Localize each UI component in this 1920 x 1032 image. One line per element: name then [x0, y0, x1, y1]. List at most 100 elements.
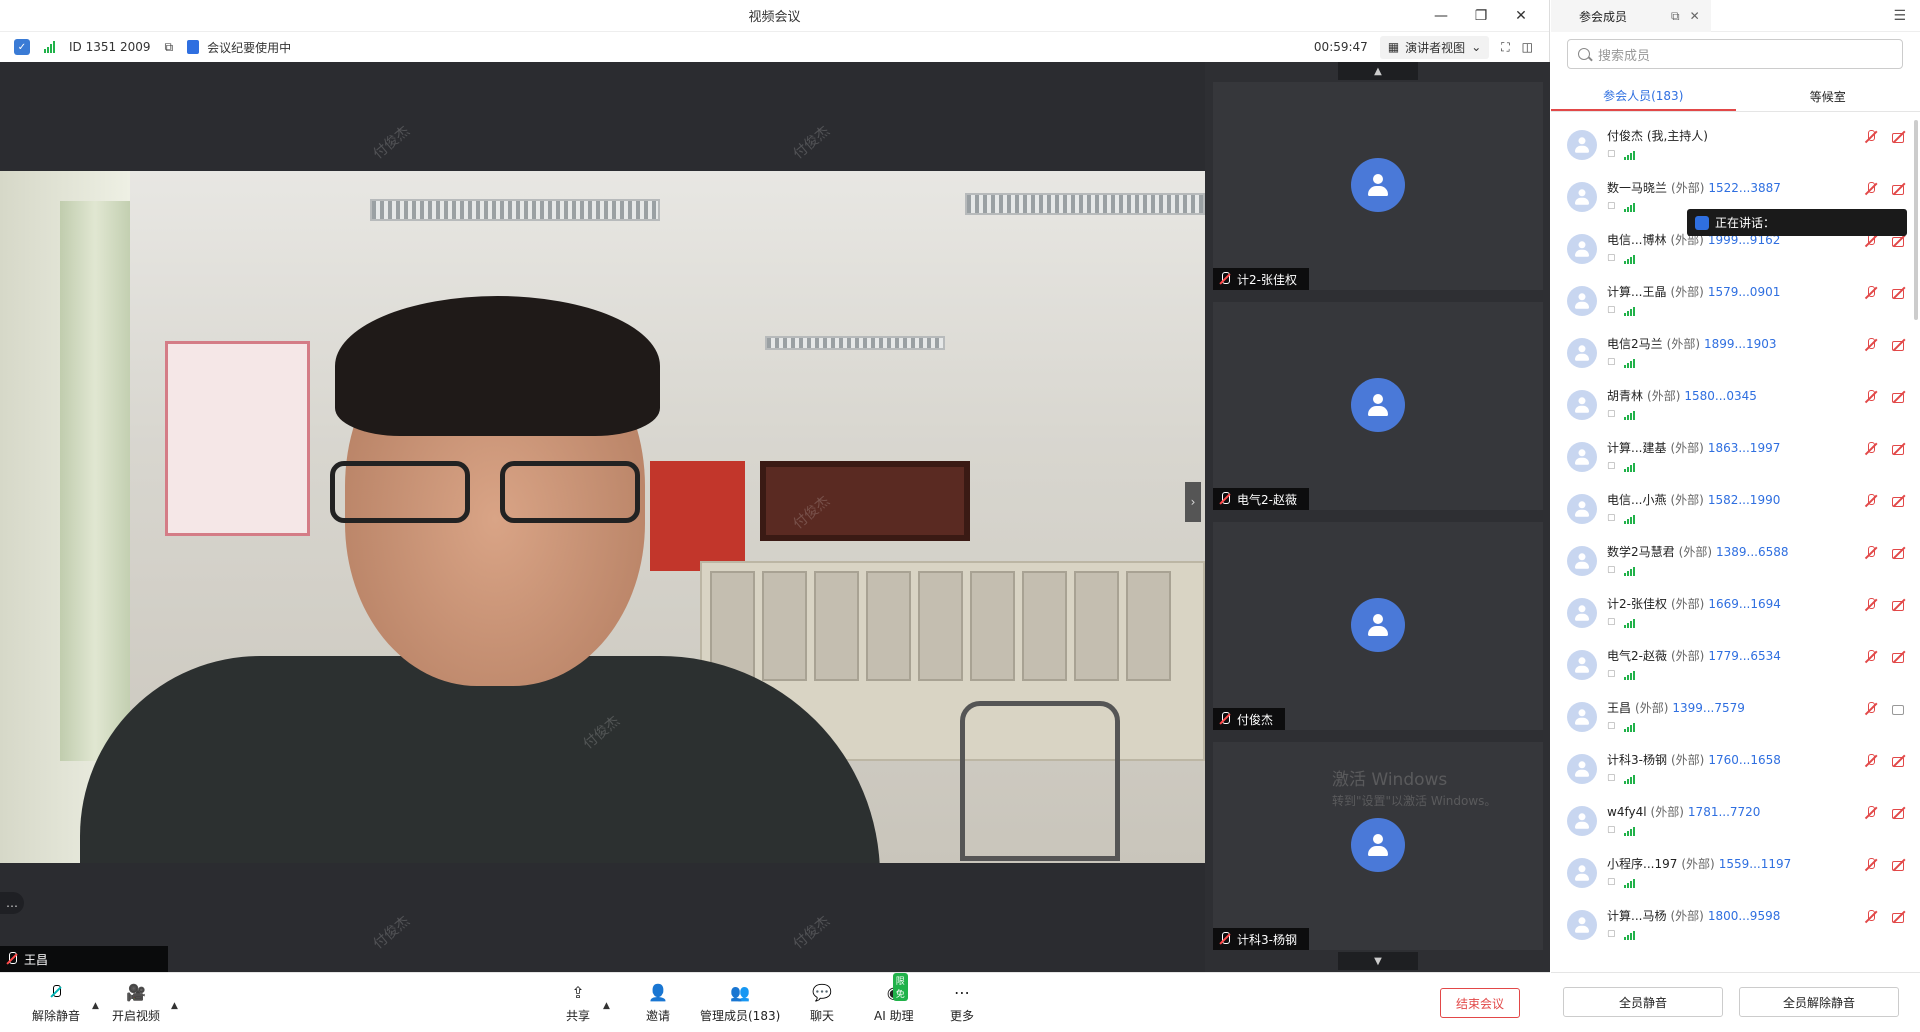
mic-muted-icon[interactable] — [1864, 806, 1878, 820]
camera-off-icon[interactable] — [1892, 650, 1906, 664]
tab-waiting-room[interactable]: 等候室 — [1736, 82, 1920, 111]
camera-off-icon[interactable] — [1892, 910, 1906, 924]
video-options-arrow[interactable]: ▲ — [171, 1001, 178, 1011]
camera-off-icon[interactable] — [1892, 130, 1906, 144]
member-name: 电信...小燕 — [1607, 493, 1667, 507]
camera-off-icon[interactable] — [1892, 390, 1906, 404]
layout-toggle-icon[interactable]: ◫ — [1522, 40, 1533, 54]
member-row[interactable]: 电信2马兰 (外部) 1899...1903 ▢ — [1551, 328, 1920, 380]
unmute-button[interactable]: 解除静音 — [32, 981, 80, 1024]
member-list-scrollbar[interactable] — [1914, 120, 1918, 320]
main-video[interactable]: 付俊杰 付俊杰 付俊杰 付俊杰 付俊杰 付俊杰 … 王昌 › — [0, 62, 1205, 972]
share-options-arrow[interactable]: ▲ — [603, 1001, 610, 1011]
camera-off-icon[interactable] — [1892, 234, 1906, 248]
participant-thumbnail[interactable]: 电气2-赵薇 — [1213, 302, 1543, 510]
member-tag: (外部) — [1635, 701, 1669, 715]
popout-icon[interactable]: ⧉ — [1671, 9, 1680, 24]
participant-thumbnail[interactable]: 计2-张佳权 — [1213, 82, 1543, 290]
member-row[interactable]: 计算...王晶 (外部) 1579...0901 ▢ — [1551, 276, 1920, 328]
mic-muted-icon[interactable] — [1864, 442, 1878, 456]
avatar — [1567, 650, 1597, 680]
end-meeting-button[interactable]: 结束会议 — [1440, 988, 1520, 1018]
search-icon — [1578, 48, 1590, 60]
member-name: 电气2-赵薇 — [1607, 649, 1667, 663]
member-row[interactable]: 计算...建基 (外部) 1863...1997 ▢ — [1551, 432, 1920, 484]
fullscreen-icon[interactable]: ⛶ — [1501, 40, 1509, 55]
tab-participants[interactable]: 参会人员(183) — [1551, 82, 1736, 111]
minimize-icon[interactable]: — — [1421, 0, 1461, 32]
chat-bubble-icon[interactable]: … — [0, 892, 24, 914]
thumbs-scroll-up[interactable]: ▲ — [1338, 62, 1418, 80]
network-signal[interactable] — [44, 41, 55, 53]
collapse-thumbs-button[interactable]: › — [1185, 482, 1201, 522]
ai-assistant-button[interactable]: ◉限免 AI 助理 — [874, 973, 914, 1024]
menu-icon[interactable]: ☰ — [1893, 8, 1906, 24]
signal-icon — [1623, 252, 1635, 264]
mic-muted-icon — [6, 952, 18, 966]
speaking-icon — [1695, 215, 1709, 230]
camera-off-icon[interactable] — [1892, 338, 1906, 352]
member-row[interactable]: 胡青林 (外部) 1580...0345 ▢ — [1551, 380, 1920, 432]
camera-off-icon[interactable] — [1892, 598, 1906, 612]
mic-muted-icon[interactable] — [1864, 702, 1878, 716]
window-title: 视频会议 — [748, 10, 801, 25]
member-row[interactable]: 计科3-杨钢 (外部) 1760...1658 ▢ — [1551, 744, 1920, 796]
member-info: 计算...建基 (外部) 1863...1997 ▢ — [1607, 440, 1780, 474]
mic-muted-icon[interactable] — [1864, 182, 1878, 196]
signal-icon — [1623, 200, 1635, 212]
camera-off-icon[interactable] — [1892, 546, 1906, 560]
thumbs-scroll-down[interactable]: ▼ — [1338, 952, 1418, 970]
camera-off-icon[interactable] — [1892, 754, 1906, 768]
member-row[interactable]: 电信...小燕 (外部) 1582...1990 ▢ — [1551, 484, 1920, 536]
mute-all-button[interactable]: 全员静音 — [1563, 987, 1723, 1017]
member-row[interactable]: 付俊杰 (我,主持人) ▢ — [1551, 120, 1920, 172]
member-row[interactable]: 数学2马慧君 (外部) 1389...6588 ▢ — [1551, 536, 1920, 588]
camera-off-icon[interactable] — [1892, 494, 1906, 508]
member-row[interactable]: 小程序...197 (外部) 1559...1197 ▢ — [1551, 848, 1920, 900]
restore-icon[interactable]: ❐ — [1461, 0, 1501, 32]
camera-off-icon[interactable] — [1892, 182, 1906, 196]
chat-icon: 💬 — [812, 982, 832, 1002]
member-row[interactable]: 王昌 (外部) 1399...7579 ▢ — [1551, 692, 1920, 744]
mic-muted-icon[interactable] — [1864, 286, 1878, 300]
member-info: 电信...小燕 (外部) 1582...1990 ▢ — [1607, 492, 1780, 526]
chat-button[interactable]: 💬 聊天 — [810, 981, 834, 1024]
close-icon[interactable]: ✕ — [1501, 0, 1541, 32]
person-icon — [1574, 761, 1589, 777]
mic-muted-icon[interactable] — [1864, 650, 1878, 664]
participant-thumbnail[interactable]: 付俊杰 — [1213, 522, 1543, 730]
member-row[interactable]: 计算...马杨 (外部) 1800...9598 ▢ — [1551, 900, 1920, 952]
mic-muted-icon[interactable] — [1864, 546, 1878, 560]
copy-id-button[interactable]: ⧉ — [165, 40, 174, 55]
invite-button[interactable]: 👤 邀请 — [646, 981, 670, 1024]
camera-icon[interactable] — [1892, 702, 1906, 716]
close-icon[interactable]: ✕ — [1690, 9, 1700, 23]
mic-muted-icon[interactable] — [1864, 234, 1878, 248]
camera-off-icon[interactable] — [1892, 806, 1906, 820]
mic-muted-icon[interactable] — [1864, 130, 1878, 144]
mic-muted-icon[interactable] — [1864, 598, 1878, 612]
unmute-all-button[interactable]: 全员解除静音 — [1739, 987, 1899, 1017]
share-button[interactable]: ⇪ 共享 — [566, 981, 590, 1024]
start-video-button[interactable]: 🎥 开启视频 — [112, 981, 160, 1024]
mic-muted-icon[interactable] — [1864, 910, 1878, 924]
manage-members-button[interactable]: 👥 管理成员(183) — [700, 981, 780, 1024]
signal-icon — [1623, 512, 1635, 524]
minutes-status[interactable]: 会议纪要使用中 — [187, 39, 291, 56]
mic-muted-icon[interactable] — [1864, 390, 1878, 404]
member-row[interactable]: w4fy4l (外部) 1781...7720 ▢ — [1551, 796, 1920, 848]
member-row[interactable]: 计2-张佳权 (外部) 1669...1694 ▢ — [1551, 588, 1920, 640]
view-mode-button[interactable]: ▦ 演讲者视图 ⌄ — [1379, 35, 1490, 59]
camera-off-icon[interactable] — [1892, 442, 1906, 456]
audio-options-arrow[interactable]: ▲ — [92, 1001, 99, 1011]
member-row[interactable]: 电气2-赵薇 (外部) 1779...6534 ▢ — [1551, 640, 1920, 692]
member-search-input[interactable]: 搜索成员 — [1567, 39, 1903, 69]
security-badge[interactable]: ✓ — [14, 39, 30, 55]
camera-off-icon[interactable] — [1892, 286, 1906, 300]
mic-muted-icon[interactable] — [1864, 754, 1878, 768]
camera-off-icon[interactable] — [1892, 858, 1906, 872]
mic-muted-icon[interactable] — [1864, 494, 1878, 508]
mic-muted-icon[interactable] — [1864, 858, 1878, 872]
mic-muted-icon[interactable] — [1864, 338, 1878, 352]
more-button[interactable]: ⋯ 更多 — [950, 981, 974, 1024]
